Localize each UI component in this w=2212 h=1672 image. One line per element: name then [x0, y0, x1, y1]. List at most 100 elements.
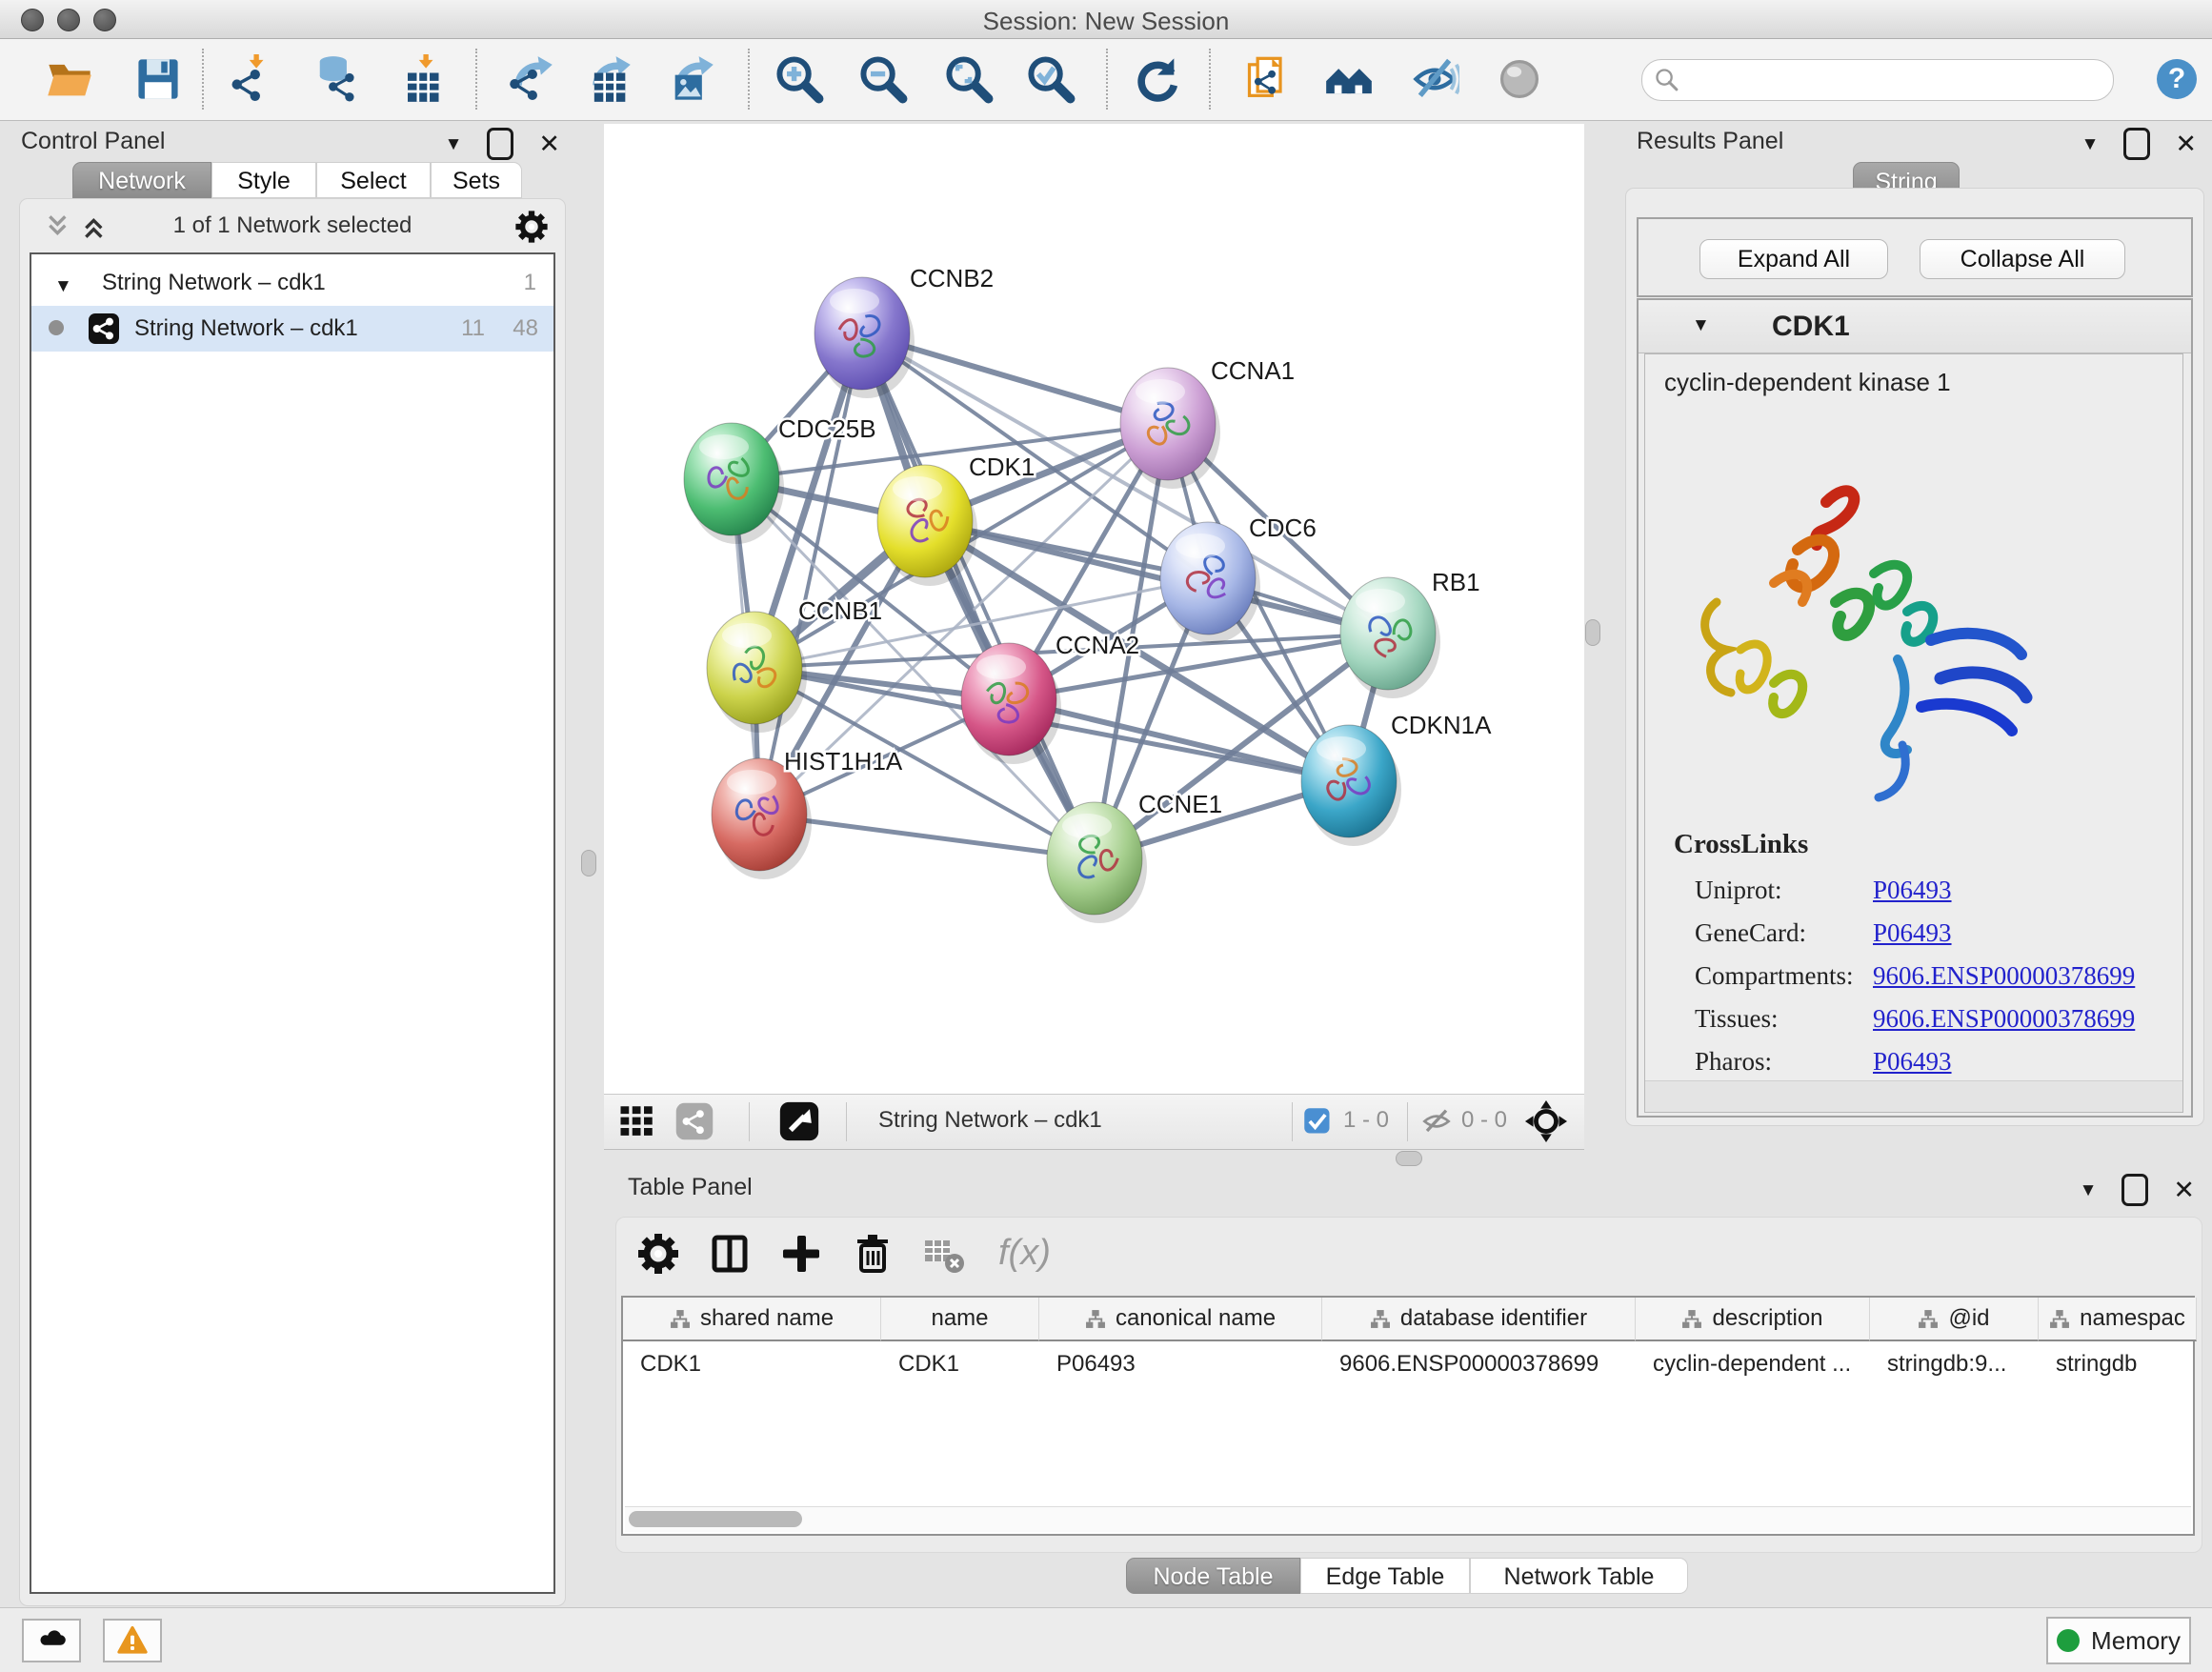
save-session-icon[interactable]: [133, 54, 183, 104]
fit-selected-target-icon[interactable]: [1524, 1099, 1568, 1143]
table-cell[interactable]: cyclin-dependent ...: [1636, 1343, 1870, 1385]
import-table-icon[interactable]: [395, 54, 445, 104]
close-panel-icon[interactable]: ✕: [2173, 1178, 2195, 1203]
network-canvas[interactable]: CCNB2CCNA1CDC25BCDK1CDC6RB1CCNB1CCNA2CDK…: [604, 124, 1584, 1094]
table-hscrollbar[interactable]: [625, 1506, 2191, 1532]
column-header-namespac[interactable]: namespac: [2039, 1298, 2197, 1341]
protein-collapse-icon[interactable]: ▼: [1692, 316, 1710, 334]
cloud-button[interactable]: [22, 1619, 81, 1662]
collapse-panel-icon[interactable]: ▼: [2080, 1181, 2098, 1199]
network-selection-status: 1 of 1 Network selected: [20, 212, 565, 239]
network-node-CCNB2[interactable]: [814, 277, 915, 398]
network-node-CCNE1[interactable]: [1047, 802, 1147, 923]
network-row-selected[interactable]: String Network – cdk1 11 48: [31, 306, 553, 352]
network-node-CCNA2[interactable]: [961, 643, 1061, 764]
tissues-link[interactable]: 9606.ENSP00000378699: [1873, 1004, 2135, 1033]
network-edge[interactable]: [925, 521, 1388, 634]
import-network-database-icon[interactable]: [311, 54, 360, 104]
network-edge[interactable]: [759, 333, 862, 815]
network-options-gear-icon[interactable]: [513, 209, 550, 245]
close-panel-icon[interactable]: ✕: [538, 131, 560, 157]
network-node-CDC25B[interactable]: [684, 423, 784, 544]
table-options-gear-icon[interactable]: [635, 1231, 681, 1277]
collapse-all-button[interactable]: Collapse All: [1920, 239, 2125, 279]
node-table[interactable]: shared nameCDK1nameCDK1canonical nameP06…: [621, 1296, 2195, 1536]
table-cell[interactable]: CDK1: [623, 1343, 881, 1385]
memory-button[interactable]: Memory: [2046, 1617, 2191, 1664]
tab-select[interactable]: Select: [316, 162, 431, 198]
bottom-splitter-handle[interactable]: [1396, 1151, 1422, 1166]
right-splitter-handle[interactable]: [1585, 619, 1600, 646]
network-view-icon[interactable]: [674, 1101, 714, 1141]
column-header-description[interactable]: description: [1636, 1298, 1870, 1341]
column-header-name[interactable]: name: [881, 1298, 1039, 1341]
table-cell[interactable]: stringdb: [2039, 1343, 2197, 1385]
selected-checkbox-icon[interactable]: [1303, 1107, 1332, 1136]
hidden-eye-icon[interactable]: [1419, 1106, 1454, 1137]
left-splitter-handle[interactable]: [581, 850, 596, 876]
collection-expand-icon[interactable]: ▼: [54, 272, 72, 298]
hide-nodes-icon[interactable]: [1410, 54, 1459, 104]
export-network-icon[interactable]: [506, 54, 555, 104]
crosslinks-list: Uniprot:P06493 GeneCard:P06493 Compartme…: [1695, 869, 2135, 1083]
tab-edge-table[interactable]: Edge Table: [1300, 1558, 1470, 1594]
table-cell[interactable]: 9606.ENSP00000378699: [1322, 1343, 1636, 1385]
warnings-button[interactable]: [103, 1619, 162, 1662]
network-node-HIST1H1A[interactable]: [712, 758, 812, 879]
share-document-icon[interactable]: [1243, 54, 1293, 104]
memory-label: Memory: [2091, 1626, 2181, 1656]
float-panel-icon[interactable]: [487, 128, 513, 160]
column-header--id[interactable]: @id: [1870, 1298, 2039, 1341]
open-session-icon[interactable]: [45, 54, 94, 104]
tab-network[interactable]: Network: [72, 162, 211, 198]
collapse-panel-icon[interactable]: ▼: [445, 135, 463, 153]
string-home-icon[interactable]: [1324, 54, 1374, 104]
expand-all-button[interactable]: Expand All: [1699, 239, 1888, 279]
export-image-icon[interactable]: [667, 54, 716, 104]
network-status-dot-icon: [49, 320, 64, 335]
compartments-link[interactable]: 9606.ENSP00000378699: [1873, 961, 2135, 990]
add-column-icon[interactable]: [778, 1231, 824, 1277]
import-network-file-icon[interactable]: [226, 54, 275, 104]
float-panel-icon[interactable]: [2123, 128, 2150, 160]
network-graph[interactable]: CCNB2CCNA1CDC25BCDK1CDC6RB1CCNB1CCNA2CDK…: [604, 124, 1584, 1094]
tab-node-table[interactable]: Node Table: [1126, 1558, 1300, 1594]
network-collection-row[interactable]: ▼ String Network – cdk1 1: [31, 260, 553, 306]
zoom-out-icon[interactable]: [858, 54, 908, 104]
column-header-canonical-name[interactable]: canonical name: [1039, 1298, 1322, 1341]
tab-style[interactable]: Style: [211, 162, 316, 198]
tab-sets[interactable]: Sets: [431, 162, 522, 198]
uniprot-link[interactable]: P06493: [1873, 876, 1952, 904]
pharos-link[interactable]: P06493: [1873, 1047, 1952, 1076]
close-panel-icon[interactable]: ✕: [2175, 131, 2197, 157]
zoom-fit-icon[interactable]: [944, 54, 994, 104]
birdseye-view-icon[interactable]: [778, 1100, 820, 1142]
network-node-CDK1[interactable]: [877, 465, 977, 586]
grid-mode-icon[interactable]: [617, 1101, 657, 1141]
zoom-in-icon[interactable]: [774, 54, 824, 104]
genecard-link[interactable]: P06493: [1873, 918, 1952, 947]
zoom-selected-icon[interactable]: [1026, 54, 1076, 104]
network-node-CDKN1A[interactable]: [1301, 725, 1401, 846]
apply-layout-icon[interactable]: [1133, 54, 1182, 104]
network-node-CDC6[interactable]: [1160, 522, 1260, 643]
protein-header[interactable]: ▼ CDK1: [1639, 300, 2191, 353]
delete-column-icon[interactable]: [850, 1231, 895, 1277]
column-header-shared-name[interactable]: shared name: [623, 1298, 881, 1341]
network-node-CCNB1[interactable]: [707, 612, 807, 733]
network-node-CCNA1[interactable]: [1120, 368, 1220, 489]
table-cell[interactable]: P06493: [1039, 1343, 1322, 1385]
help-icon[interactable]: ?: [2154, 56, 2200, 102]
network-node-RB1[interactable]: [1340, 577, 1440, 698]
float-panel-icon[interactable]: [2122, 1174, 2148, 1206]
search-input[interactable]: [1641, 59, 2114, 101]
network-edge[interactable]: [862, 333, 1095, 858]
collapse-panel-icon[interactable]: ▼: [2081, 135, 2100, 153]
table-cell[interactable]: stringdb:9...: [1870, 1343, 2039, 1385]
show-columns-icon[interactable]: [707, 1231, 753, 1277]
export-table-icon[interactable]: [584, 54, 633, 104]
column-header-database-identifier[interactable]: database identifier: [1322, 1298, 1636, 1341]
tab-network-table[interactable]: Network Table: [1470, 1558, 1688, 1594]
table-hscrollbar-thumb[interactable]: [629, 1511, 802, 1527]
table-cell[interactable]: CDK1: [881, 1343, 1039, 1385]
